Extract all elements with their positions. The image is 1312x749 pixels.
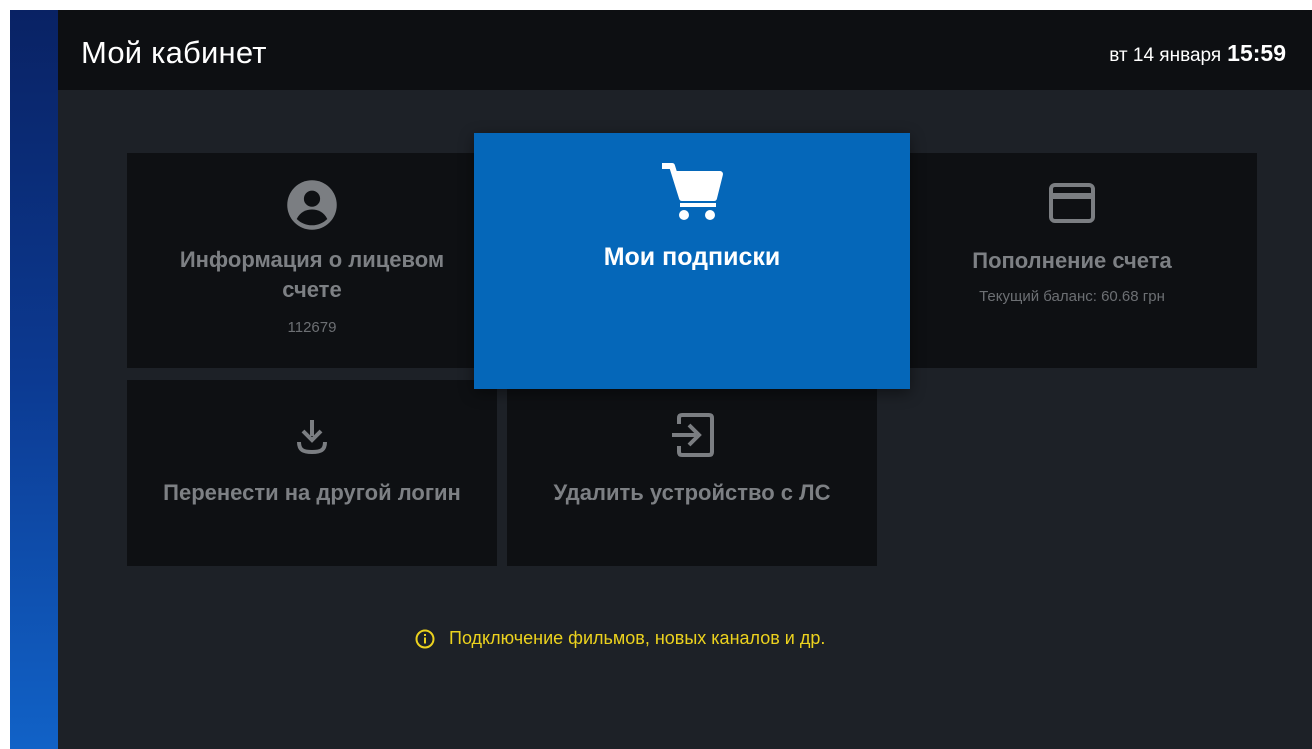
current-balance: Текущий баланс: 60.68 грн bbox=[979, 288, 1165, 305]
remove-device-tile[interactable]: Удалить устройство с ЛС bbox=[507, 380, 877, 566]
info-icon bbox=[415, 629, 435, 648]
credit-card-icon bbox=[1049, 183, 1095, 223]
transfer-login-title: Перенести на другой логин bbox=[163, 480, 461, 505]
hint-bar: Подключение фильмов, новых каналов и др. bbox=[415, 628, 825, 649]
page-title: Мой кабинет bbox=[81, 35, 267, 70]
account-circle-icon bbox=[287, 180, 337, 230]
clock-date: вт 14 января bbox=[1109, 45, 1222, 66]
cart-icon bbox=[662, 163, 723, 220]
screen: Мой кабинет вт 14 января 15:59 Информация… bbox=[10, 10, 1312, 749]
clock-time: 15:59 bbox=[1227, 40, 1286, 66]
remove-device-title: Удалить устройство с ЛС bbox=[553, 480, 831, 505]
subscriptions-tile[interactable]: Мои подписки bbox=[474, 133, 910, 389]
side-navigation-strip bbox=[10, 10, 58, 749]
account-info-title: Информация о лицевом счете bbox=[179, 247, 445, 302]
top-up-tile[interactable]: Пополнение счета Текущий баланс: 60.68 г… bbox=[887, 153, 1257, 368]
clock: вт 14 января 15:59 bbox=[1109, 40, 1286, 67]
account-number: 112679 bbox=[287, 319, 337, 336]
top-up-title: Пополнение счета bbox=[972, 248, 1172, 273]
hint-text: Подключение фильмов, новых каналов и др. bbox=[449, 628, 826, 648]
account-info-tile[interactable]: Информация о лицевом счете 112679 bbox=[127, 153, 497, 368]
transfer-login-tile[interactable]: Перенести на другой логин bbox=[127, 380, 497, 566]
header-bar: Мой кабинет вт 14 января 15:59 bbox=[58, 10, 1312, 90]
exit-icon bbox=[672, 413, 714, 457]
subscriptions-title: Мои подписки bbox=[603, 243, 781, 271]
download-icon bbox=[297, 420, 327, 454]
